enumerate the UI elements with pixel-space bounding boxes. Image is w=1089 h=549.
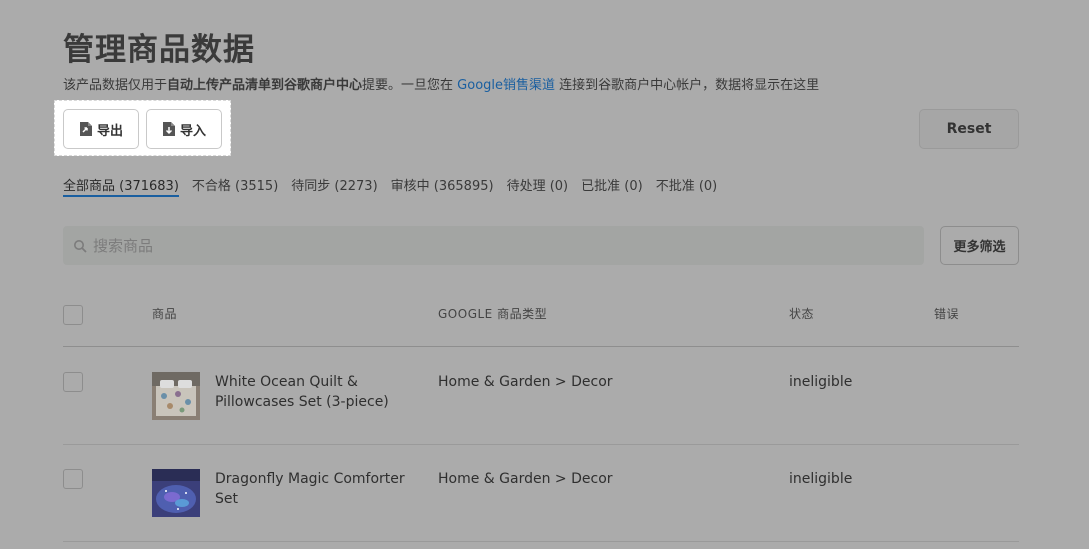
- product-thumbnail: [152, 469, 200, 517]
- more-filters-button[interactable]: 更多筛选: [940, 226, 1019, 265]
- column-header-error: 错误: [934, 307, 960, 321]
- tab-all[interactable]: 全部商品 (371683): [63, 175, 179, 197]
- product-thumbnail: [152, 372, 200, 420]
- row-checkbox[interactable]: [63, 372, 83, 392]
- tab-disapproved[interactable]: 不批准 (0): [656, 175, 718, 197]
- import-button[interactable]: 导入: [146, 109, 222, 149]
- page: 管理商品数据 该产品数据仅用于自动上传产品清单到谷歌商户中心提要。一旦您在 Go…: [0, 0, 1089, 549]
- product-type: Home & Garden > Decor: [438, 471, 613, 487]
- search-bar: [63, 226, 924, 265]
- import-icon: [162, 122, 175, 136]
- search-input[interactable]: [93, 236, 893, 255]
- table-header: 商品 GOOGLE 商品类型 状态 错误: [63, 290, 1019, 347]
- subtitle-bold: 自动上传产品清单到谷歌商户中心: [167, 78, 363, 93]
- tab-pending[interactable]: 待处理 (0): [507, 175, 569, 197]
- tab-under-review[interactable]: 审核中 (365895): [391, 175, 494, 197]
- tab-pending-sync[interactable]: 待同步 (2273): [291, 175, 377, 197]
- row-checkbox[interactable]: [63, 469, 83, 489]
- product-name[interactable]: White Ocean Quilt & Pillowcases Set (3-p…: [215, 372, 430, 412]
- column-header-product: 商品: [152, 307, 178, 321]
- product-status: ineligible: [789, 374, 853, 390]
- subtitle-suffix: 连接到谷歌商户中心帐户，数据将显示在这里: [555, 78, 820, 93]
- google-channel-link[interactable]: Google销售渠道: [457, 78, 555, 93]
- table-row[interactable]: White Ocean Quilt & Pillowcases Set (3-p…: [63, 348, 1019, 445]
- export-icon: [79, 122, 92, 136]
- status-tabs: 全部商品 (371683) 不合格 (3515) 待同步 (2273) 审核中 …: [63, 175, 717, 197]
- import-label: 导入: [179, 123, 206, 139]
- search-icon: [74, 239, 87, 253]
- column-header-google-type: GOOGLE 商品类型: [438, 307, 548, 321]
- subtitle-mid: 提要。一旦您在: [362, 78, 458, 93]
- product-type: Home & Garden > Decor: [438, 374, 613, 390]
- table-row[interactable]: Dragonfly Magic Comforter Set Home & Gar…: [63, 445, 1019, 542]
- subtitle-prefix: 该产品数据仅用于: [63, 78, 168, 93]
- page-subtitle: 该产品数据仅用于自动上传产品清单到谷歌商户中心提要。一旦您在 Google销售渠…: [63, 74, 819, 93]
- export-import-group: 导出 导入: [54, 100, 231, 156]
- product-name[interactable]: Dragonfly Magic Comforter Set: [215, 469, 430, 509]
- reset-button[interactable]: Reset: [919, 109, 1019, 149]
- column-header-status: 状态: [789, 307, 815, 321]
- page-title: 管理商品数据: [63, 32, 255, 68]
- export-label: 导出: [96, 123, 123, 139]
- select-all-checkbox[interactable]: [63, 305, 83, 325]
- tab-approved[interactable]: 已批准 (0): [581, 175, 643, 197]
- export-button[interactable]: 导出: [63, 109, 139, 149]
- tab-ineligible[interactable]: 不合格 (3515): [192, 175, 278, 197]
- product-status: ineligible: [789, 471, 853, 487]
